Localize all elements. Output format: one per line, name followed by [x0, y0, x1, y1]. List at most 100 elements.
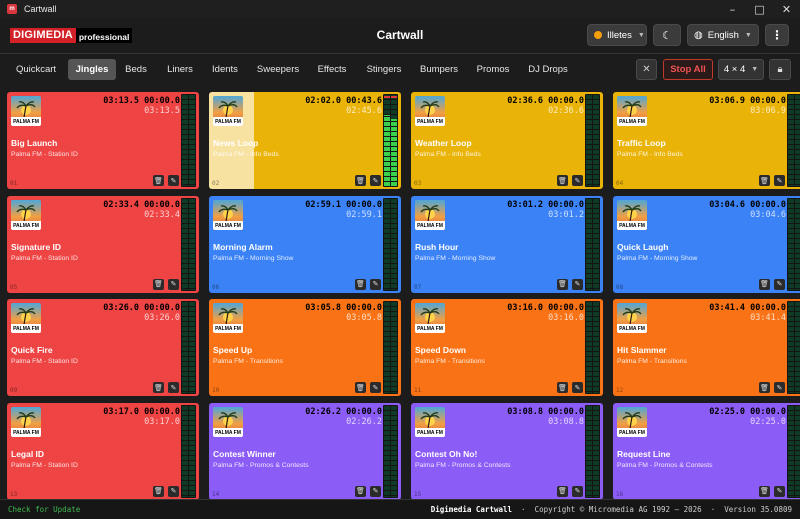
cart-number: 09	[10, 387, 18, 394]
edit-button[interactable]: ✎	[572, 175, 583, 186]
trash-icon: 🗑︎	[154, 281, 163, 288]
delete-button[interactable]: 🗑︎	[759, 382, 770, 393]
page-title: Cartwall	[376, 28, 424, 42]
edit-button[interactable]: ✎	[774, 175, 785, 186]
edit-button[interactable]: ✎	[168, 382, 179, 393]
cart-tile[interactable]: PALMA FM 02:26.2 00:00.0 02:26.2 Contest Wi…	[209, 402, 401, 500]
cart-subtitle: Palma FM - Station ID	[11, 151, 78, 158]
more-menu-button[interactable]: ⋮	[765, 24, 789, 46]
cart-elapsed: 00:00.0	[144, 303, 180, 313]
language-dropdown[interactable]: ◍ English ▼	[687, 24, 759, 46]
tab-promos[interactable]: Promos	[472, 59, 514, 80]
lock-button[interactable]: 🔒︎	[769, 59, 791, 80]
cart-tile[interactable]: PALMA FM 02:33.4 00:00.0 02:33.4 Signature …	[7, 195, 199, 293]
station-badge: PALMA FM	[619, 326, 645, 332]
cart-tile[interactable]: PALMA FM 03:26.0 00:00.0 03:26.0 Quick Fire…	[7, 299, 199, 396]
delete-button[interactable]: 🗑︎	[153, 175, 164, 186]
edit-button[interactable]: ✎	[370, 485, 381, 497]
delete-button[interactable]: 🗑︎	[355, 278, 366, 290]
digimedia-logo: DIGIMEDIA professional	[10, 28, 133, 43]
footer-copyright: Copyright © Micromedia AG 1992 – 2026	[534, 505, 702, 514]
station-status-dropdown[interactable]: Illetes ▼	[587, 24, 647, 46]
delete-button[interactable]: 🗑︎	[759, 278, 770, 290]
cart-tile[interactable]: PALMA FM 02:36.6 00:00.0 02:36.6 Weather Lo…	[411, 92, 603, 189]
cart-tile[interactable]: PALMA FM 03:16.0 00:00.0 03:16.0 Speed Down…	[411, 299, 603, 396]
edit-button[interactable]: ✎	[572, 485, 583, 497]
clear-button[interactable]: ✕	[636, 59, 657, 80]
delete-button[interactable]: 🗑︎	[759, 485, 770, 497]
edit-button[interactable]: ✎	[168, 175, 179, 186]
tab-sweepers[interactable]: Sweepers	[253, 59, 303, 80]
delete-button[interactable]: 🗑︎	[355, 382, 366, 393]
theme-toggle-button[interactable]: ☾	[653, 24, 681, 46]
cart-tile[interactable]: PALMA FM 03:05.8 00:00.0 03:05.8 Speed Up Pa…	[209, 299, 401, 396]
tab-dj-drops[interactable]: DJ Drops	[523, 59, 573, 80]
cart-number: 05	[10, 283, 18, 291]
cart-grid: PALMA FM 03:13.5 00:00.0 03:13.5 Big Launch…	[7, 92, 800, 500]
delete-button[interactable]: 🗑︎	[153, 485, 164, 497]
stop-all-button[interactable]: Stop All	[663, 59, 713, 80]
cart-title: Big Launch	[11, 138, 58, 148]
meter-channel	[788, 302, 794, 393]
cart-tile[interactable]: PALMA FM 03:17.0 00:00.0 03:17.0 Legal ID Pa…	[7, 402, 199, 500]
tab-quickcart[interactable]: Quickcart	[8, 59, 64, 80]
level-meter	[181, 94, 196, 187]
tab-beds[interactable]: Beds	[120, 59, 152, 80]
level-meter	[383, 197, 398, 291]
cart-tile[interactable]: PALMA FM 02:59.1 00:00.0 02:59.1 Morning Al…	[209, 195, 401, 293]
cart-remaining: 03:41.4	[750, 313, 786, 323]
edit-button[interactable]: ✎	[168, 278, 179, 290]
delete-button[interactable]: 🗑︎	[355, 175, 366, 186]
cart-times: 03:41.4 00:00.0 03:41.4	[709, 303, 786, 323]
cart-tile[interactable]: PALMA FM 03:13.5 00:00.0 03:13.5 Big Launch…	[7, 92, 199, 189]
cart-duration: 03:08.8	[507, 406, 544, 417]
delete-button[interactable]: 🗑︎	[759, 175, 770, 186]
tab-liners[interactable]: Liners	[162, 59, 198, 80]
edit-button[interactable]: ✎	[774, 278, 785, 290]
edit-button[interactable]: ✎	[774, 485, 785, 497]
chevron-down-icon: ▼	[637, 31, 645, 39]
delete-button[interactable]: 🗑︎	[153, 278, 164, 290]
cart-tile[interactable]: PALMA FM 03:41.4 00:00.0 03:41.4 Hit Slamme…	[613, 299, 800, 396]
delete-button[interactable]: 🗑︎	[153, 382, 164, 393]
grid-size-select[interactable]: 4 × 4 ▼	[718, 59, 764, 80]
delete-button[interactable]: 🗑︎	[557, 175, 568, 186]
delete-button[interactable]: 🗑︎	[355, 485, 366, 497]
maximize-button[interactable]: □	[746, 0, 773, 18]
cart-duration: 03:41.4	[709, 303, 746, 313]
pencil-icon: ✎	[372, 488, 379, 495]
tab-effects[interactable]: Effects	[312, 59, 352, 80]
minimize-button[interactable]: –	[719, 0, 746, 18]
edit-button[interactable]: ✎	[168, 485, 179, 497]
edit-button[interactable]: ✎	[572, 382, 583, 393]
cart-remaining: 02:26.2	[346, 416, 382, 427]
edit-button[interactable]: ✎	[370, 382, 381, 393]
cart-tile[interactable]: PALMA FM 03:01.2 00:00.0 03:01.2 Rush Hour P…	[411, 195, 603, 293]
edit-button[interactable]: ✎	[370, 278, 381, 290]
cart-tile[interactable]: PALMA FM 03:08.8 00:00.0 03:08.8 Contest Oh…	[411, 402, 603, 500]
delete-button[interactable]: 🗑︎	[557, 278, 568, 290]
cart-times: 03:17.0 00:00.0 03:17.0	[103, 407, 180, 427]
tab-bumpers[interactable]: Bumpers	[416, 59, 462, 80]
edit-button[interactable]: ✎	[774, 382, 785, 393]
level-meter	[181, 301, 196, 394]
lock-icon: 🔒︎	[777, 64, 783, 75]
cart-subtitle: Palma FM - Station ID	[11, 358, 78, 365]
tab-stingers[interactable]: Stingers	[362, 59, 406, 80]
close-button[interactable]: ✕	[773, 0, 800, 18]
pencil-icon: ✎	[776, 281, 783, 288]
cart-tile[interactable]: PALMA FM 03:06.9 00:00.0 03:06.9 Traffic Lo…	[613, 92, 800, 189]
edit-button[interactable]: ✎	[370, 175, 381, 186]
cart-title: Morning Alarm	[213, 241, 273, 252]
delete-button[interactable]: 🗑︎	[557, 382, 568, 393]
tab-jingles[interactable]: Jingles	[68, 59, 116, 80]
pencil-icon: ✎	[776, 177, 783, 185]
edit-button[interactable]: ✎	[572, 278, 583, 290]
check-for-update-link[interactable]: Check for Update	[8, 505, 80, 514]
delete-button[interactable]: 🗑︎	[557, 485, 568, 497]
tab-idents[interactable]: Idents	[206, 59, 244, 80]
cart-remaining: 03:08.8	[548, 416, 584, 427]
cart-tile[interactable]: PALMA FM 02:25.0 00:00.0 02:25.0 Request Li…	[613, 402, 800, 500]
cart-tile[interactable]: PALMA FM 02:02.0 00:43.6 02:45.6 News Loop P…	[209, 92, 401, 189]
cart-tile[interactable]: PALMA FM 03:04.6 00:00.0 03:04.6 Quick Laug…	[613, 195, 800, 293]
